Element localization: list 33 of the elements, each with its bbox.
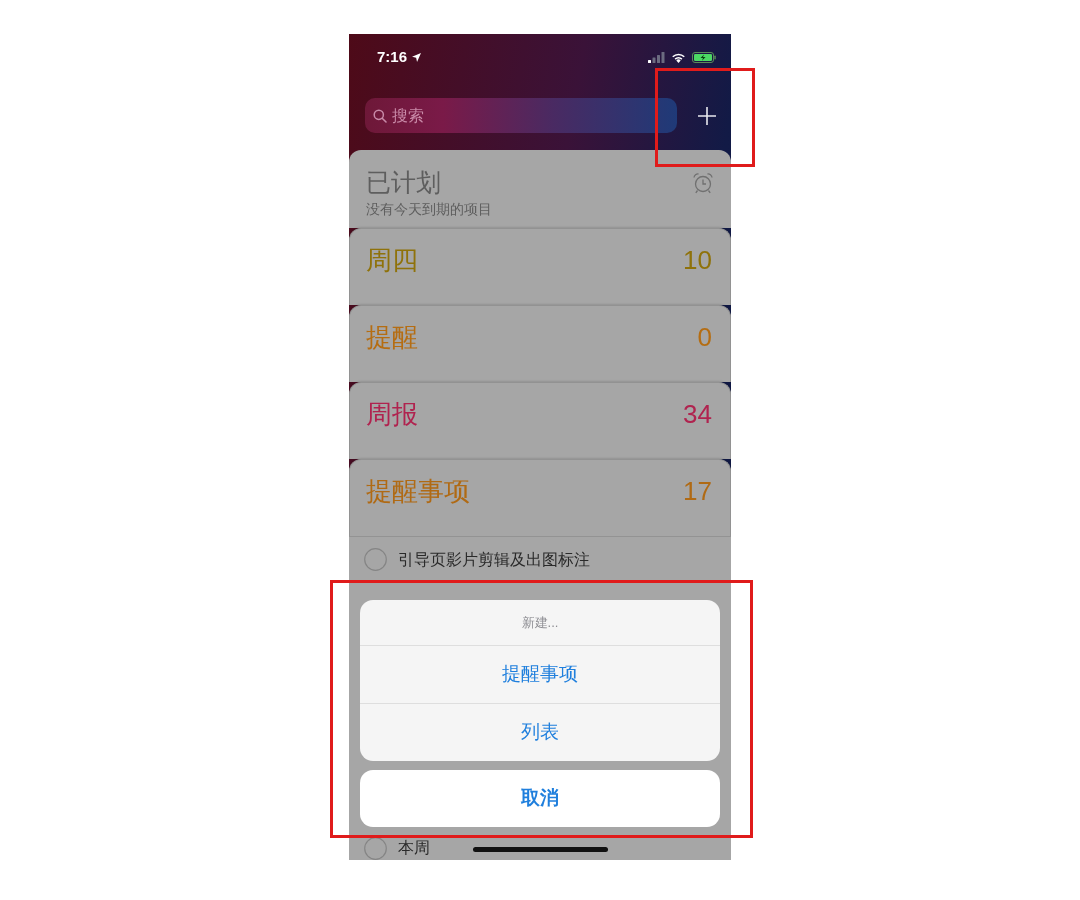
status-time: 7:16 — [377, 48, 408, 66]
checkbox-circle-icon[interactable] — [364, 548, 387, 571]
battery-icon — [692, 51, 716, 63]
scheduled-subtitle: 没有今天到期的项目 — [366, 200, 492, 218]
list-card[interactable]: 周四 10 — [349, 228, 731, 305]
list-card[interactable]: 提醒事项 17 — [349, 459, 731, 536]
scheduled-title: 已计划 — [366, 167, 442, 198]
search-icon — [373, 108, 387, 123]
checkbox-circle-icon[interactable] — [364, 836, 387, 860]
search-field[interactable]: 搜索 — [365, 98, 677, 133]
action-button[interactable]: 列表 — [360, 703, 720, 761]
list-name: 提醒事项 — [366, 476, 470, 506]
action-sheet-title: 新建... — [521, 613, 559, 632]
list-name: 周报 — [366, 399, 418, 429]
list-count: 10 — [683, 245, 712, 275]
list-card[interactable]: 周报 34 — [349, 382, 731, 459]
list-name: 周四 — [366, 245, 418, 275]
reminder-title: 引导页影片剪辑及出图标注 — [398, 550, 590, 569]
list-count: 0 — [697, 322, 712, 352]
cancel-button[interactable]: 取消 — [360, 770, 720, 827]
scheduled-card[interactable]: 已计划 没有今天到期的项目 — [349, 150, 731, 228]
plus-icon — [697, 105, 717, 126]
wifi-icon — [671, 51, 686, 63]
location-arrow-icon — [412, 52, 422, 62]
reminder-title: 本周 — [398, 839, 430, 857]
alarm-clock-icon — [692, 172, 714, 194]
list-card[interactable]: 提醒 0 — [349, 305, 731, 382]
list-name: 提醒 — [366, 322, 418, 352]
list-count: 34 — [683, 399, 712, 429]
search-input[interactable]: 搜索 — [392, 104, 662, 127]
signal-icon — [648, 51, 665, 63]
list-count: 17 — [683, 476, 712, 506]
action-button[interactable]: 提醒事项 — [360, 645, 720, 703]
